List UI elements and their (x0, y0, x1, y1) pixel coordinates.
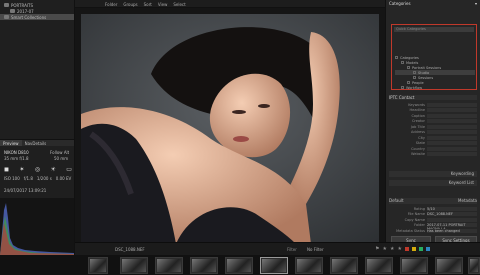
filmstrip-thumb-selected[interactable] (260, 257, 288, 274)
metadata-header[interactable]: Default Metadata (389, 198, 477, 204)
star-icon[interactable]: ★ (382, 246, 386, 252)
filmstrip-toolbar: DSC_1088.NEF Filter No Filter ⚑ ★ ★ ★ (75, 242, 480, 255)
field-row: City (389, 135, 477, 141)
menu-folder[interactable]: Folder (105, 2, 117, 7)
iptc-header[interactable]: IPTC Contact (389, 95, 477, 100)
flag-icon[interactable]: ⚑ (375, 246, 379, 252)
field-row: Creator (389, 119, 477, 125)
filmstrip-thumb[interactable] (120, 257, 148, 274)
menu-sort[interactable]: Sort (144, 2, 152, 7)
photo-viewer[interactable] (75, 8, 385, 244)
menu-select[interactable]: Select (173, 2, 185, 7)
exif-row: ISO 100 f/1.8 1/200 s 0.00 EV (4, 176, 72, 181)
metadata-row: Copy Name (389, 217, 477, 223)
camera-profile: Follow Alt (50, 150, 70, 155)
keywording-section[interactable]: Keywording (389, 171, 477, 177)
filmstrip (0, 255, 480, 275)
toolbar-menu: Folder Groups Sort View Select (105, 2, 186, 7)
filter-value[interactable]: No Filter (307, 247, 324, 252)
filmstrip-thumb[interactable] (295, 257, 323, 274)
filmstrip-thumb[interactable] (400, 257, 428, 274)
metadata-preset[interactable]: Default (389, 198, 404, 204)
metadata-row: Metadata Status Has been changed (389, 228, 477, 234)
metadata-row: File Name DSC_1088.NEF (389, 212, 477, 218)
field-row: Website (389, 152, 477, 158)
histogram (0, 198, 74, 255)
capture-date: 24/07/2017 13:09:21 (4, 188, 47, 193)
field-row: State (389, 141, 477, 147)
filmstrip-thumb[interactable] (190, 257, 218, 274)
folder-tree: PORTRAITS 2017-07 Smart Collections (0, 2, 74, 20)
main-photo (81, 14, 379, 244)
collection-icon (4, 15, 9, 19)
color-label-icon[interactable] (425, 247, 430, 251)
category-tree: Categories Models Portrait Sessions Stud… (395, 55, 475, 90)
metadata-row: Folder2017-07-11 PORTRAIT MAGNA LA (389, 223, 477, 231)
focal-info: 50 mm (54, 156, 69, 161)
menu-groups[interactable]: Groups (123, 2, 137, 7)
folder-icon (10, 9, 15, 13)
category-search[interactable]: Quick Categories (394, 27, 474, 32)
filmstrip-thumb[interactable] (155, 257, 183, 274)
folder-icon (4, 3, 9, 7)
tab-preview[interactable]: Preview (0, 140, 22, 146)
current-file-path: DSC_1088.NEF (115, 247, 145, 252)
focus-icon: ◎ (34, 165, 41, 173)
wb-icon: ☀ (50, 165, 56, 173)
metadata-rows: Rating 5/10 File Name DSC_1088.NEF Copy Na… (389, 206, 477, 234)
menu-view[interactable]: View (158, 2, 168, 7)
filmstrip-thumb[interactable] (88, 257, 108, 274)
flash-icon: ✶ (19, 165, 25, 173)
filmstrip-thumb[interactable] (225, 257, 253, 274)
filmstrip-thumb[interactable] (435, 257, 463, 274)
color-label-icon[interactable] (404, 247, 409, 251)
color-label-icon[interactable] (418, 247, 423, 251)
metadata-row: Rating 5/10 (389, 206, 477, 212)
tree-item-smart-collections[interactable]: Smart Collections (0, 14, 74, 20)
collapse-icon[interactable]: ▾ (475, 1, 477, 7)
tab-navdetails[interactable]: NavDetails (22, 140, 50, 146)
star-icon[interactable]: ★ (397, 246, 401, 252)
filmstrip-thumb[interactable] (365, 257, 393, 274)
lens-info: 35 mm f/1.8 (4, 156, 29, 161)
field-row: Address (389, 130, 477, 136)
categories-box: Quick Categories Categories Models Portr… (391, 24, 477, 90)
metering-icon: ◼ (4, 165, 9, 173)
field-row: Headline (389, 108, 477, 114)
field-row: Caption (389, 113, 477, 119)
camera-model: NIKON D810 (4, 150, 29, 155)
battery-icon: ▭ (66, 165, 72, 173)
keyword-list-section[interactable]: Keyword List (389, 180, 477, 186)
field-row: Country (389, 146, 477, 152)
left-panel: PORTRAITS 2017-07 Smart Collections Prev… (0, 0, 75, 255)
star-icon[interactable]: ★ (390, 246, 394, 252)
categories-header[interactable]: Categories ▾ (389, 1, 477, 7)
field-row: Job Title (389, 124, 477, 130)
category-item[interactable]: Workflow (395, 85, 475, 90)
preview-tabs: Preview NavDetails (0, 139, 74, 146)
top-toolbar: Folder Groups Sort View Select (75, 0, 385, 8)
filmstrip-thumb[interactable] (468, 257, 480, 274)
color-label-icon[interactable] (411, 247, 416, 251)
filter-label: Filter (287, 247, 297, 252)
flag-filters: ⚑ ★ ★ ★ (375, 246, 430, 252)
exif-icons-row: ◼ ✶ ◎ ☀ ▭ (4, 165, 72, 173)
field-row: Keywords (389, 102, 477, 108)
iptc-fields: Keywords Headline Caption Creator Job Ti… (389, 102, 477, 157)
filmstrip-thumb[interactable] (330, 257, 358, 274)
right-panel: Categories ▾ Quick Categories Categories… (385, 0, 480, 255)
